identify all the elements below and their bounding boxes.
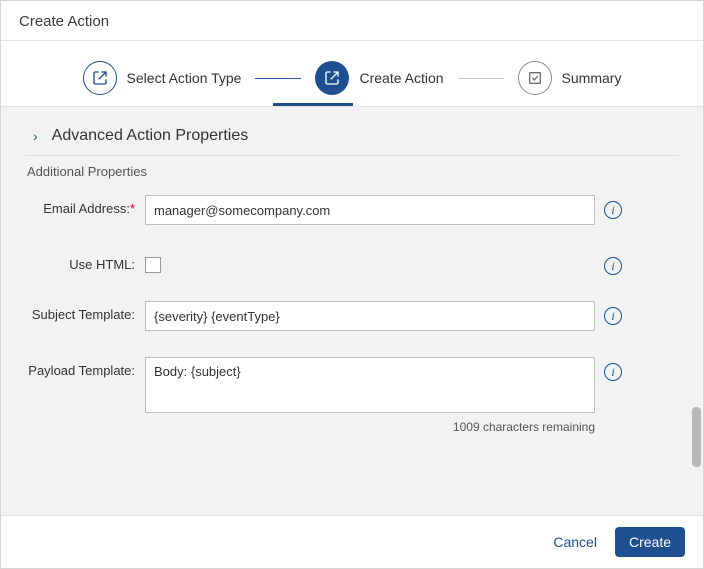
modal-footer: Cancel Create	[1, 515, 703, 568]
step-create-action[interactable]: Create Action	[315, 61, 443, 95]
row-email: Email Address:* i	[25, 195, 679, 225]
step-label: Select Action Type	[127, 70, 242, 86]
use-html-checkbox[interactable]	[145, 257, 161, 273]
payload-template-field[interactable]	[145, 357, 595, 413]
step-label: Create Action	[359, 70, 443, 86]
modal-title: Create Action	[19, 13, 109, 30]
divider	[25, 155, 679, 156]
step-connector	[255, 78, 301, 79]
create-button[interactable]: Create	[615, 527, 685, 557]
use-html-label: Use HTML:	[25, 251, 145, 273]
scrollbar[interactable]	[692, 407, 701, 467]
cancel-button[interactable]: Cancel	[553, 534, 597, 550]
share-icon	[83, 61, 117, 95]
label-text: Email Address:	[43, 201, 130, 216]
step-connector	[458, 78, 504, 79]
email-label: Email Address:*	[25, 195, 145, 217]
section-toggle[interactable]: › Advanced Action Properties	[25, 123, 679, 155]
row-subject-template: Subject Template: i	[25, 301, 679, 331]
row-payload-template: Payload Template: 1009 characters remain…	[25, 357, 679, 434]
info-icon[interactable]: i	[604, 257, 622, 275]
info-icon[interactable]: i	[604, 363, 622, 381]
email-field[interactable]	[145, 195, 595, 225]
char-counter: 1009 characters remaining	[145, 420, 595, 434]
info-icon[interactable]: i	[604, 307, 622, 325]
info-glyph: i	[611, 310, 614, 322]
row-use-html: Use HTML: i	[25, 251, 679, 275]
step-label: Summary	[562, 70, 622, 86]
info-glyph: i	[611, 366, 614, 378]
required-indicator: *	[130, 201, 135, 216]
info-icon[interactable]: i	[604, 201, 622, 219]
share-icon	[315, 61, 349, 95]
modal-header: Create Action	[1, 1, 703, 41]
info-glyph: i	[611, 260, 614, 272]
section-title: Advanced Action Properties	[52, 127, 249, 145]
form-body: › Advanced Action Properties Additional …	[1, 106, 703, 515]
step-summary[interactable]: Summary	[518, 61, 622, 95]
step-select-action-type[interactable]: Select Action Type	[83, 61, 242, 95]
subject-template-field[interactable]	[145, 301, 595, 331]
create-action-modal: Create Action Select Action Type Create …	[0, 0, 704, 569]
chevron-right-icon: ›	[33, 128, 38, 144]
info-glyph: i	[611, 204, 614, 216]
stepper: Select Action Type Create Action Summary	[1, 41, 703, 106]
section-subtitle: Additional Properties	[25, 162, 679, 195]
payload-template-label: Payload Template:	[25, 357, 145, 379]
checklist-icon	[518, 61, 552, 95]
subject-template-label: Subject Template:	[25, 301, 145, 323]
